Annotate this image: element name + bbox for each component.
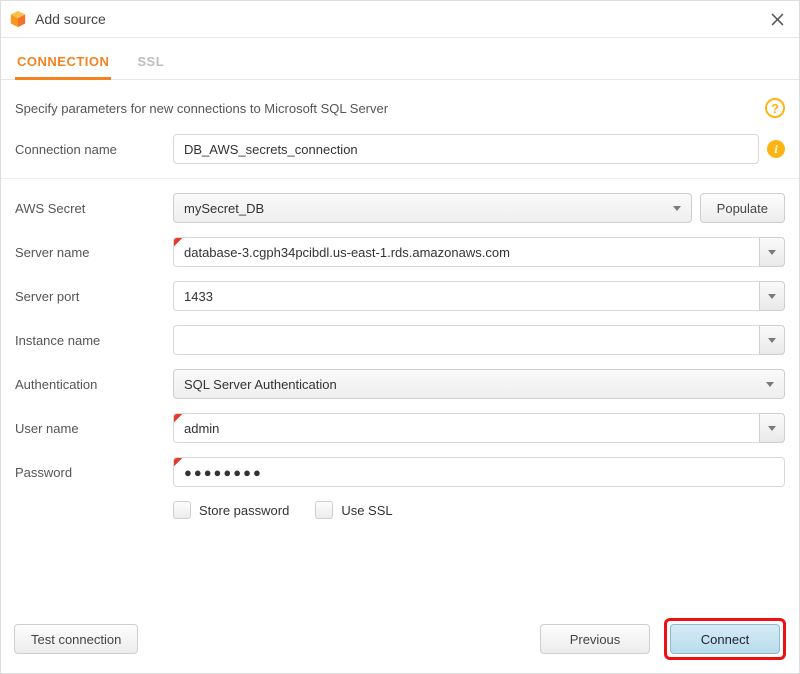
footer: Test connection Previous Connect [0,604,800,674]
server-name-input[interactable] [173,237,759,267]
use-ssl-checkbox[interactable] [315,501,333,519]
connection-name-input[interactable] [173,134,759,164]
instance-name-input[interactable] [173,325,759,355]
instance-name-label: Instance name [15,333,173,348]
store-password-label: Store password [199,503,289,518]
password-input[interactable] [173,457,785,487]
tab-ssl[interactable]: SSL [135,48,166,80]
connection-name-label: Connection name [15,142,173,157]
server-name-dropdown[interactable] [759,237,785,267]
aws-secret-value: mySecret_DB [184,201,681,216]
user-name-label: User name [15,421,173,436]
server-port-label: Server port [15,289,173,304]
authentication-label: Authentication [15,377,173,392]
authentication-select[interactable]: SQL Server Authentication [173,369,785,399]
aws-secret-select[interactable]: mySecret_DB [173,193,692,223]
divider [1,178,799,179]
use-ssl-label: Use SSL [341,503,392,518]
help-icon[interactable]: ? [765,98,785,118]
user-name-input[interactable] [173,413,759,443]
server-name-label: Server name [15,245,173,260]
test-connection-button[interactable]: Test connection [14,624,138,654]
store-password-checkbox[interactable] [173,501,191,519]
chevron-down-icon [768,294,776,299]
info-icon[interactable]: i [767,140,785,158]
connect-button[interactable]: Connect [670,624,780,654]
server-port-dropdown[interactable] [759,281,785,311]
window-title: Add source [35,11,765,27]
content-area: Specify parameters for new connections t… [1,80,799,519]
chevron-down-icon [673,206,681,211]
user-name-dropdown[interactable] [759,413,785,443]
intro-text: Specify parameters for new connections t… [15,101,765,116]
connect-highlight: Connect [664,618,786,660]
aws-secret-label: AWS Secret [15,201,173,216]
chevron-down-icon [768,426,776,431]
tabs: CONNECTION SSL [1,38,799,80]
password-label: Password [15,465,173,480]
close-icon [771,13,784,26]
server-port-input[interactable] [173,281,759,311]
app-icon [9,10,27,28]
populate-button[interactable]: Populate [700,193,785,223]
tab-connection[interactable]: CONNECTION [15,48,111,80]
close-button[interactable] [765,7,789,31]
authentication-value: SQL Server Authentication [184,377,774,392]
titlebar: Add source [1,1,799,38]
instance-name-dropdown[interactable] [759,325,785,355]
chevron-down-icon [768,250,776,255]
chevron-down-icon [768,338,776,343]
chevron-down-icon [766,382,774,387]
previous-button[interactable]: Previous [540,624,650,654]
